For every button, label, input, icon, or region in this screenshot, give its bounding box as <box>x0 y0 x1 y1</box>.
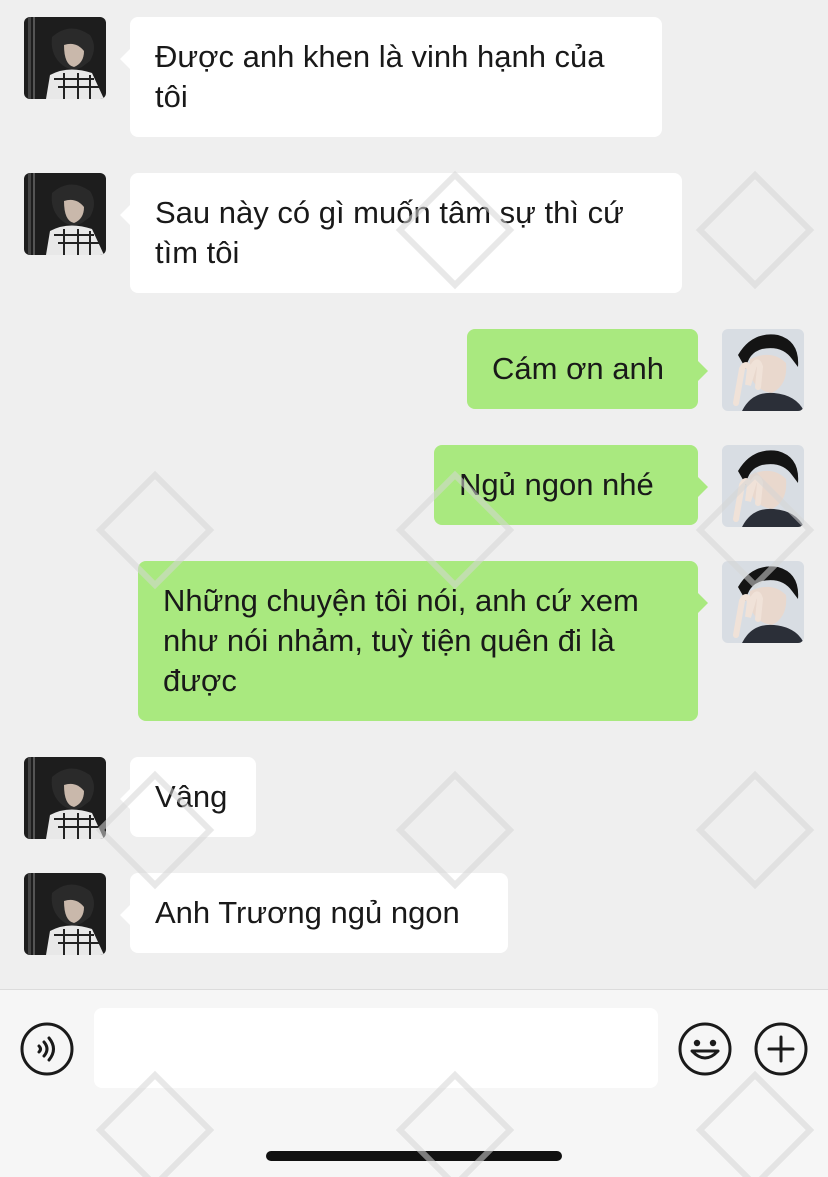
message-text: Những chuyện tôi nói, anh cứ xem như nói… <box>163 583 639 698</box>
contact-avatar[interactable] <box>24 173 106 255</box>
my-avatar[interactable] <box>722 329 804 411</box>
message-input[interactable] <box>94 1008 658 1088</box>
message-text: Ngủ ngon nhé <box>459 467 654 502</box>
my-avatar[interactable] <box>722 445 804 527</box>
message-text: Anh Trương ngủ ngon <box>155 895 460 930</box>
plus-icon[interactable] <box>753 1021 809 1077</box>
message-text: Cám ơn anh <box>492 351 664 386</box>
message-text: Vâng <box>155 779 228 814</box>
chat-screen: Được anh khen là vinh hạnh của tôi Sau n… <box>0 0 828 1177</box>
my-avatar[interactable] <box>722 561 804 643</box>
message-text: Được anh khen là vinh hạnh của tôi <box>155 39 605 114</box>
message-bubble[interactable]: Vâng <box>120 757 256 837</box>
message-bubble[interactable]: Ngủ ngon nhé <box>434 445 708 525</box>
message-text: Sau này có gì muốn tâm sự thì cứ tìm tôi <box>155 195 624 270</box>
contact-avatar[interactable] <box>24 757 106 839</box>
emoji-icon[interactable] <box>677 1021 733 1077</box>
message-bubble[interactable]: Sau này có gì muốn tâm sự thì cứ tìm tôi <box>120 173 682 293</box>
contact-avatar[interactable] <box>24 17 106 99</box>
message-bubble[interactable]: Những chuyện tôi nói, anh cứ xem như nói… <box>138 561 708 721</box>
home-indicator[interactable] <box>266 1151 562 1161</box>
contact-avatar[interactable] <box>24 873 106 955</box>
message-bubble[interactable]: Cám ơn anh <box>467 329 708 409</box>
message-bubble[interactable]: Anh Trương ngủ ngon <box>120 873 508 953</box>
message-bubble[interactable]: Được anh khen là vinh hạnh của tôi <box>120 17 662 137</box>
chat-input-bar <box>0 989 828 1177</box>
voice-icon[interactable] <box>19 1021 75 1077</box>
